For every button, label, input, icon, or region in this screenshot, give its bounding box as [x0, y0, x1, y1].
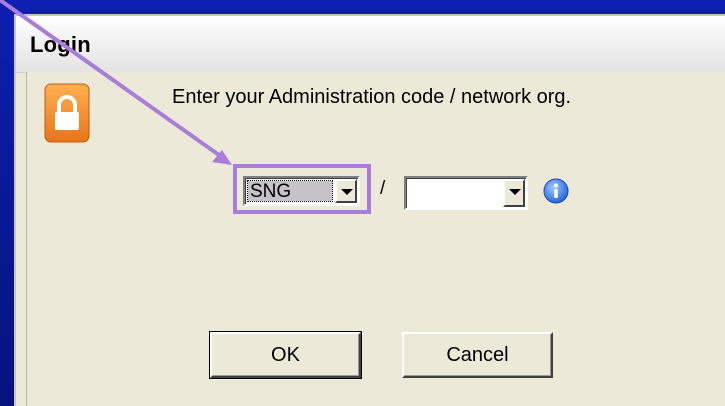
network-org-value — [409, 181, 500, 205]
admin-code-value: SNG — [247, 180, 333, 202]
chevron-down-icon[interactable] — [503, 179, 525, 207]
prompt-text: Enter your Administration code / network… — [172, 86, 572, 108]
admin-code-combobox[interactable]: SNG — [243, 176, 360, 206]
network-org-combobox[interactable] — [404, 176, 528, 210]
separator-slash: / — [380, 178, 386, 199]
dialog-titlebar[interactable]: Login — [16, 16, 725, 73]
ok-button[interactable]: OK — [209, 331, 362, 379]
lock-icon — [44, 83, 90, 143]
dialog-body — [26, 72, 725, 406]
dialog-title: Login — [30, 32, 91, 57]
cancel-button[interactable]: Cancel — [402, 332, 553, 378]
chevron-down-icon[interactable] — [335, 179, 357, 203]
info-icon[interactable] — [543, 178, 569, 204]
